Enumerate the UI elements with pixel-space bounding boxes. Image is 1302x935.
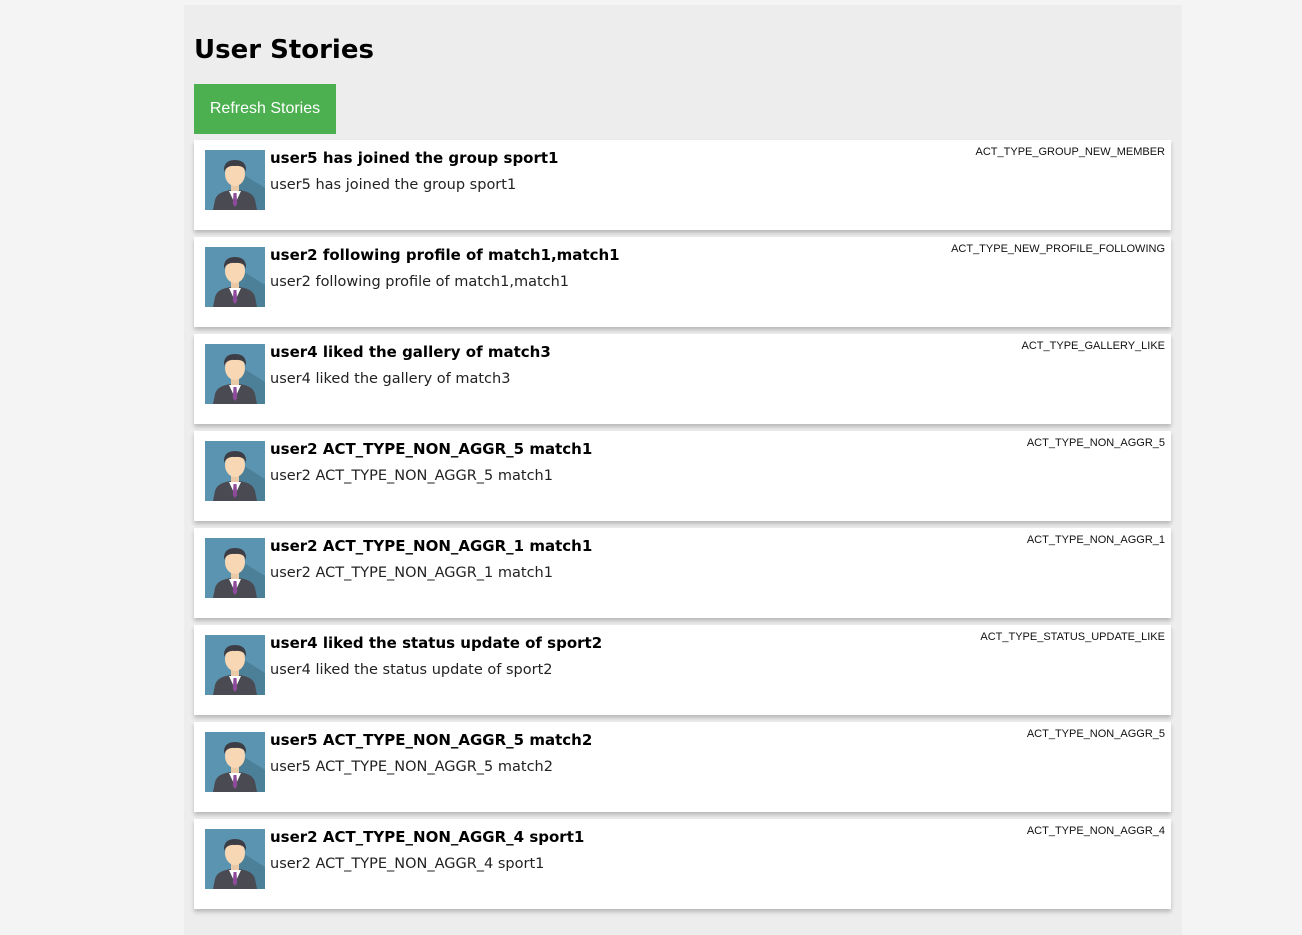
user-avatar-icon (205, 829, 265, 889)
activity-type-label: ACT_TYPE_NON_AGGR_5 (1026, 437, 1165, 449)
story-list: user5 has joined the group sport1 user5 … (194, 140, 1171, 916)
story-body: user2 ACT_TYPE_NON_AGGR_4 sport1 (270, 856, 545, 872)
story-title[interactable]: user5 has joined the group sport1 (270, 149, 559, 167)
story-body: user5 has joined the group sport1 (270, 177, 517, 193)
story-card[interactable]: user2 following profile of match1,match1… (194, 237, 1171, 327)
story-title[interactable]: user5 ACT_TYPE_NON_AGGR_5 match2 (270, 731, 592, 749)
activity-type-label: ACT_TYPE_NON_AGGR_4 (1026, 825, 1165, 837)
activity-type-label: ACT_TYPE_STATUS_UPDATE_LIKE (980, 631, 1165, 643)
user-avatar-icon (205, 344, 265, 404)
user-avatar-icon (205, 441, 265, 501)
story-card[interactable]: user4 liked the gallery of match3 user4 … (194, 334, 1171, 424)
activity-type-label: ACT_TYPE_NEW_PROFILE_FOLLOWING (951, 243, 1165, 255)
story-card[interactable]: user2 ACT_TYPE_NON_AGGR_4 sport1 user2 A… (194, 819, 1171, 909)
user-avatar-icon (205, 732, 265, 792)
story-title[interactable]: user2 ACT_TYPE_NON_AGGR_4 sport1 (270, 828, 584, 846)
story-title[interactable]: user2 following profile of match1,match1 (270, 246, 620, 264)
user-avatar-icon (205, 150, 265, 210)
user-avatar-icon (205, 538, 265, 598)
story-card[interactable]: user5 ACT_TYPE_NON_AGGR_5 match2 user5 A… (194, 722, 1171, 812)
story-card[interactable]: user5 has joined the group sport1 user5 … (194, 140, 1171, 230)
story-card[interactable]: user4 liked the status update of sport2 … (194, 625, 1171, 715)
refresh-stories-button[interactable]: Refresh Stories (194, 84, 336, 134)
activity-type-label: ACT_TYPE_NON_AGGR_1 (1026, 534, 1165, 546)
story-body: user2 ACT_TYPE_NON_AGGR_1 match1 (270, 565, 553, 581)
story-body: user2 ACT_TYPE_NON_AGGR_5 match1 (270, 468, 553, 484)
activity-type-label: ACT_TYPE_GROUP_NEW_MEMBER (975, 146, 1165, 158)
activity-type-label: ACT_TYPE_GALLERY_LIKE (1021, 340, 1165, 352)
story-title[interactable]: user4 liked the status update of sport2 (270, 634, 602, 652)
user-avatar-icon (205, 247, 265, 307)
stories-panel: User Stories Refresh Stories user5 has j… (184, 5, 1182, 935)
story-title[interactable]: user4 liked the gallery of match3 (270, 343, 551, 361)
story-body: user4 liked the status update of sport2 (270, 662, 553, 678)
story-title[interactable]: user2 ACT_TYPE_NON_AGGR_1 match1 (270, 537, 592, 555)
story-body: user4 liked the gallery of match3 (270, 371, 511, 387)
page-title: User Stories (194, 35, 374, 65)
story-title[interactable]: user2 ACT_TYPE_NON_AGGR_5 match1 (270, 440, 592, 458)
story-body: user5 ACT_TYPE_NON_AGGR_5 match2 (270, 759, 553, 775)
story-body: user2 following profile of match1,match1 (270, 274, 570, 290)
user-avatar-icon (205, 635, 265, 695)
story-card[interactable]: user2 ACT_TYPE_NON_AGGR_1 match1 user2 A… (194, 528, 1171, 618)
story-card[interactable]: user2 ACT_TYPE_NON_AGGR_5 match1 user2 A… (194, 431, 1171, 521)
activity-type-label: ACT_TYPE_NON_AGGR_5 (1026, 728, 1165, 740)
